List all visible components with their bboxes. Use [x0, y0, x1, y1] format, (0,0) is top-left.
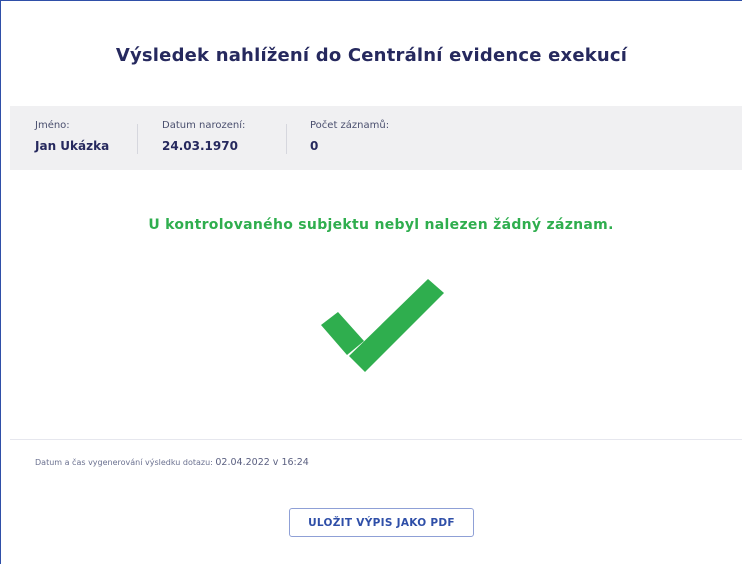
info-divider [137, 124, 138, 154]
record-count-value: 0 [310, 139, 319, 153]
save-pdf-button[interactable]: ULOŽIT VÝPIS JAKO PDF [289, 508, 474, 537]
birth-date-value: 24.03.1970 [162, 139, 238, 153]
name-label: Jméno: [35, 120, 70, 131]
page-title: Výsledek nahlížení do Centrální evidence… [115, 45, 628, 66]
result-message: U kontrolovaného subjektu nebyl nalezen … [148, 217, 614, 233]
name-value: Jan Ukázka [35, 139, 110, 153]
record-count-field: Počet záznamů: 0 [310, 120, 389, 153]
generated-timestamp: Datum a čas vygenerování výsledku dotazu… [35, 457, 309, 468]
checkmark-icon [311, 271, 461, 381]
info-divider [286, 124, 287, 154]
birth-date-label: Datum narození: [162, 120, 246, 131]
birth-date-field: Datum narození: 24.03.1970 [162, 120, 245, 153]
record-count-label: Počet záznamů: [310, 120, 390, 131]
section-divider [10, 439, 742, 440]
timestamp-value: 02.04.2022 v 16:24 [215, 457, 309, 468]
timestamp-label: Datum a čas vygenerování výsledku dotazu… [35, 458, 213, 467]
result-page: Výsledek nahlížení do Centrální evidence… [0, 0, 742, 564]
subject-info-bar: Jméno: Jan Ukázka Datum narození: 24.03.… [10, 106, 742, 170]
name-field: Jméno: Jan Ukázka [35, 120, 109, 153]
